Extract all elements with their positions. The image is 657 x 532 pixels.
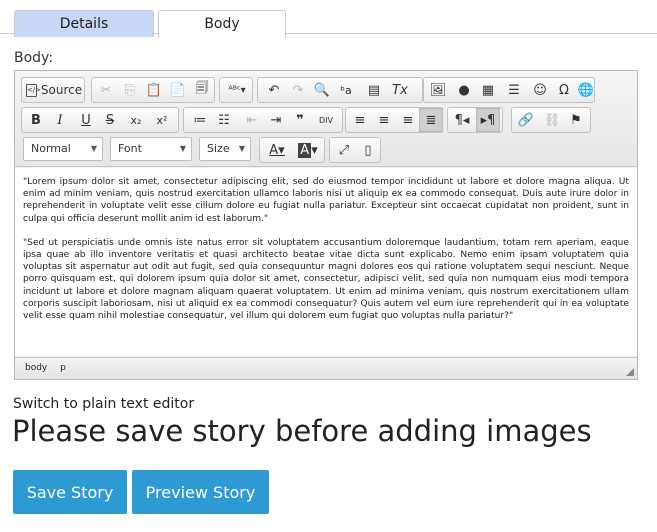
element-path-bar: body p (15, 357, 637, 379)
superscript-icon[interactable]: x² (150, 108, 174, 132)
save-notice-heading: Please save story before adding images (12, 414, 592, 448)
strikethrough-icon[interactable]: S (98, 108, 122, 132)
smiley-icon[interactable]: ☺ (528, 78, 552, 102)
paste-text-icon[interactable]: 📄 (166, 78, 190, 102)
tools-group: ⤢ ▯ (329, 137, 381, 163)
insert-group: 🖼 ● ▦ ☰ ☺ Ω 🌐 (423, 77, 595, 103)
resize-handle-icon[interactable] (626, 368, 634, 376)
text-color-icon[interactable]: A▾ (262, 138, 292, 162)
alignment-group: ≡ ≡ ≡ ≣ (345, 107, 443, 133)
align-right-icon[interactable]: ≡ (396, 108, 420, 132)
bold-icon[interactable]: B (24, 108, 48, 132)
source-button[interactable]: </> Source (22, 78, 86, 102)
horizontal-rule-icon[interactable]: ☰ (502, 78, 526, 102)
chevron-down-icon: ▼ (238, 144, 245, 153)
tab-body[interactable]: Body (158, 10, 286, 38)
editor-toolbar: </> Source ✂ ⎘ 📋 📄 🗐 ᴬᴮᶜ▾ ↶ ↷ 🔍 ᵇa ▤ Tx … (15, 71, 637, 167)
paragraph-group: ≔ ☷ ⇤ ⇥ ❞ DIV (183, 107, 343, 133)
outdent-icon[interactable]: ⇤ (240, 108, 264, 132)
special-char-icon[interactable]: Ω (552, 78, 576, 102)
paste-word-icon[interactable]: 🗐 (190, 78, 214, 102)
flash-icon[interactable]: ● (452, 78, 476, 102)
table-icon[interactable]: ▦ (476, 78, 500, 102)
size-combo-value: Size (207, 142, 230, 155)
image-icon[interactable]: 🖼 (426, 78, 450, 102)
body-field-label: Body: (14, 50, 54, 66)
align-left-icon[interactable]: ≡ (348, 108, 372, 132)
cut-icon[interactable]: ✂ (94, 78, 118, 102)
source-label: Source (40, 83, 83, 97)
source-icon: </> (25, 83, 41, 97)
div-container-icon[interactable]: DIV (314, 108, 338, 132)
basic-styles-group: B I U S x₂ x² (21, 107, 179, 133)
italic-icon[interactable]: I (48, 108, 72, 132)
source-group: </> Source (21, 77, 85, 103)
paste-icon[interactable]: 📋 (142, 78, 166, 102)
text-direction-ltr-icon[interactable]: ¶◂ (450, 108, 474, 132)
maximize-icon[interactable]: ⤢ (332, 138, 356, 162)
unlink-icon[interactable]: ⛓ (540, 108, 564, 132)
background-color-icon[interactable]: A ▾ (293, 138, 323, 162)
indent-icon[interactable]: ⇥ (264, 108, 288, 132)
underline-icon[interactable]: U (74, 108, 98, 132)
styles-group: Normal ▼ Font ▼ Size ▼ (21, 137, 255, 163)
rich-text-editor: </> Source ✂ ⎘ 📋 📄 🗐 ᴬᴮᶜ▾ ↶ ↷ 🔍 ᵇa ▤ Tx … (14, 70, 638, 380)
font-combo-value: Font (118, 142, 142, 155)
tab-details[interactable]: Details (14, 10, 154, 37)
content-paragraph: "Sed ut perspiciatis unde omnis iste nat… (23, 237, 629, 322)
numbered-list-icon[interactable]: ≔ (188, 108, 212, 132)
colors-group: A▾ A ▾ (259, 137, 325, 163)
anchor-flag-icon[interactable]: ⚑ (564, 108, 588, 132)
text-direction-rtl-icon[interactable]: ▸¶ (476, 108, 500, 132)
subscript-icon[interactable]: x₂ (124, 108, 148, 132)
select-all-icon[interactable]: ▤ (362, 78, 386, 102)
save-story-button[interactable]: Save Story (13, 470, 127, 514)
path-item-p[interactable]: p (60, 363, 66, 373)
align-justify-icon[interactable]: ≣ (419, 108, 443, 132)
align-center-icon[interactable]: ≡ (372, 108, 396, 132)
tab-bar: Details Body (0, 0, 657, 38)
show-blocks-icon[interactable]: ▯ (356, 138, 380, 162)
links-group: 🔗 ⛓ ⚑ (511, 107, 591, 133)
path-item-body[interactable]: body (25, 363, 47, 373)
copy-icon[interactable]: ⎘ (118, 78, 142, 102)
redo-icon[interactable]: ↷ (286, 78, 310, 102)
spellcheck-group: ᴬᴮᶜ▾ (219, 77, 253, 103)
size-combo[interactable]: Size ▼ (199, 137, 251, 161)
editor-content-area[interactable]: "Lorem ipsum dolor sit amet, consectetur… (15, 168, 637, 356)
chevron-down-icon: ▼ (179, 144, 186, 153)
chevron-down-icon: ▼ (90, 144, 97, 153)
content-paragraph: "Lorem ipsum dolor sit amet, consectetur… (23, 177, 629, 224)
clipboard-group: ✂ ⎘ 📋 📄 🗐 (91, 77, 215, 103)
preview-story-button[interactable]: Preview Story (132, 470, 269, 514)
iframe-icon[interactable]: 🌐 (574, 78, 598, 102)
undo-icon[interactable]: ↶ (262, 78, 286, 102)
edit-group: ↶ ↷ 🔍 ᵇa ▤ Tx (257, 77, 423, 103)
blockquote-icon[interactable]: ❞ (288, 108, 312, 132)
replace-icon[interactable]: ᵇa (334, 78, 358, 102)
spellcheck-icon[interactable]: ᴬᴮᶜ▾ (222, 78, 252, 102)
bidi-group: ¶◂ ▸¶ (447, 107, 503, 133)
format-combo-value: Normal (31, 142, 71, 155)
remove-format-icon[interactable]: Tx (388, 78, 412, 102)
find-icon[interactable]: 🔍 (310, 78, 334, 102)
link-icon[interactable]: 🔗 (514, 108, 538, 132)
font-combo[interactable]: Font ▼ (110, 137, 192, 161)
bulleted-list-icon[interactable]: ☷ (212, 108, 236, 132)
format-combo[interactable]: Normal ▼ (23, 137, 103, 161)
switch-plain-text-link[interactable]: Switch to plain text editor (13, 396, 194, 412)
